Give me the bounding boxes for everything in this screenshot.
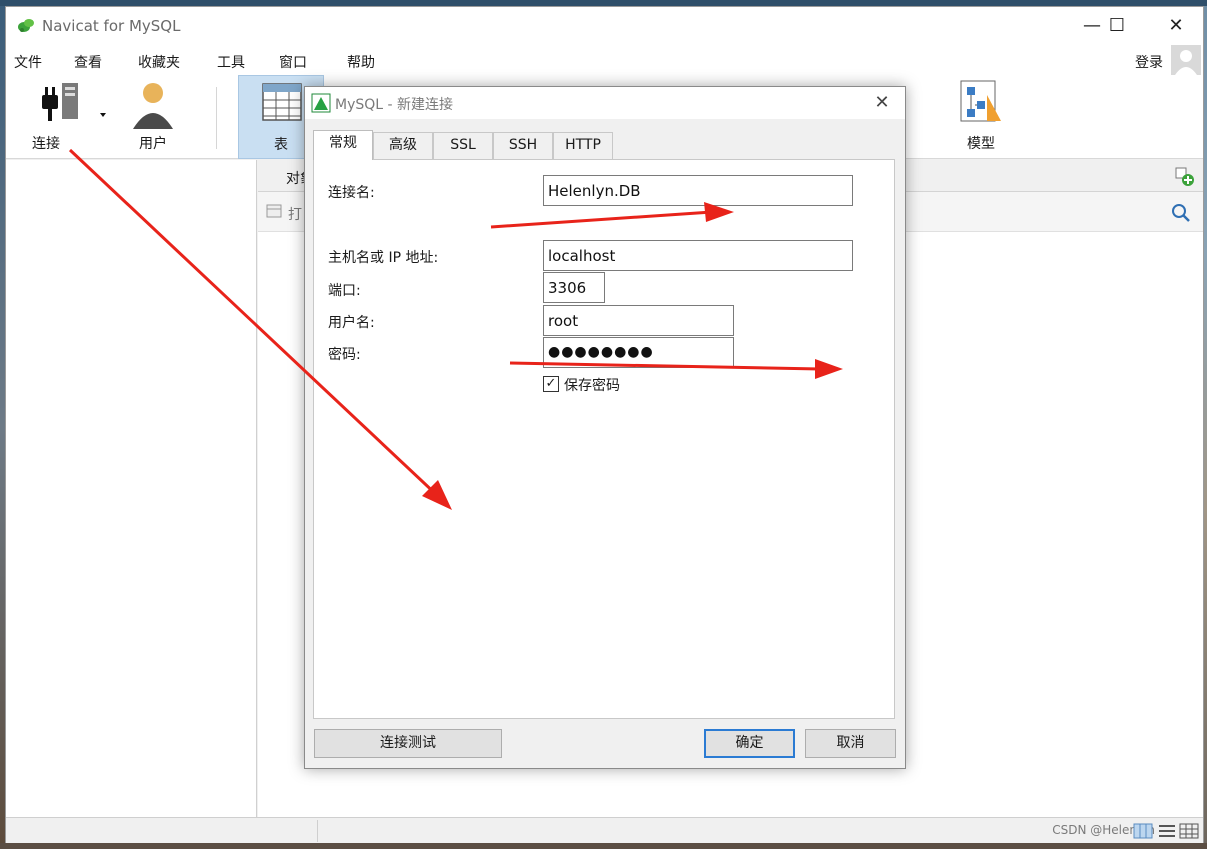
model-diagram-icon: [960, 80, 1001, 122]
status-separator: [317, 820, 318, 842]
save-password-label[interactable]: 保存密码: [564, 375, 620, 395]
avatar-icon: [1175, 50, 1197, 75]
tab-http[interactable]: HTTP: [553, 132, 613, 159]
username-label: 用户名:: [328, 315, 375, 331]
close-window-button[interactable]: ✕: [1147, 7, 1205, 45]
menu-tools[interactable]: 工具: [217, 52, 245, 72]
menu-view[interactable]: 查看: [74, 52, 102, 72]
save-password-checkbox[interactable]: ✓: [543, 376, 559, 392]
connect-button[interactable]: 连接: [16, 75, 106, 159]
title-bar: Navicat for MySQL — ☐ ✕: [6, 7, 1203, 45]
close-dialog-button[interactable]: ✕: [859, 87, 905, 119]
test-connection-button[interactable]: 连接测试: [314, 729, 502, 758]
connection-tree-pane[interactable]: [6, 160, 257, 817]
tab-ssl[interactable]: SSL: [433, 132, 493, 159]
mysql-connection-icon: [311, 93, 331, 113]
connection-name-label: 连接名:: [328, 185, 375, 201]
open-table-button[interactable]: 打: [288, 204, 302, 224]
new-connection-dialog: MySQL - 新建连接 ✕ 常规 高级 SSL SSH HTTP 连接名: 主…: [304, 86, 906, 769]
status-bar: CSDN @Helenlyn: [6, 817, 1203, 843]
tab-advanced[interactable]: 高级: [373, 132, 433, 159]
window-title: Navicat for MySQL: [42, 17, 181, 35]
port-label: 端口:: [328, 283, 361, 299]
list-view-icon[interactable]: [1157, 823, 1177, 839]
user-icon: [133, 83, 173, 129]
port-input[interactable]: [543, 272, 605, 303]
tab-ssh[interactable]: SSH: [493, 132, 553, 159]
password-label: 密码:: [328, 347, 361, 363]
password-input[interactable]: ●●●●●●●●: [543, 337, 734, 368]
general-settings-panel: 连接名: 主机名或 IP 地址: 端口: 用户名: 密码: ●●●●●●●● ✓…: [313, 159, 895, 719]
tab-general[interactable]: 常规: [313, 130, 373, 160]
menu-bar: 文件 查看 收藏夹 工具 窗口 帮助 登录: [6, 45, 1203, 75]
model-label: 模型: [967, 136, 995, 152]
dialog-title: MySQL - 新建连接: [335, 97, 454, 113]
user-avatar[interactable]: [1171, 45, 1201, 75]
new-object-icon[interactable]: [1174, 166, 1196, 188]
host-label: 主机名或 IP 地址:: [328, 250, 439, 266]
maximize-button[interactable]: ☐: [1088, 7, 1146, 45]
login-link[interactable]: 登录: [1135, 52, 1163, 72]
user-label: 用户: [139, 136, 167, 152]
menu-help[interactable]: 帮助: [347, 52, 375, 72]
ok-button[interactable]: 确定: [704, 729, 795, 758]
connection-name-input[interactable]: [543, 175, 853, 206]
search-icon[interactable]: [1170, 202, 1192, 224]
navicat-logo-icon: [18, 19, 34, 32]
connection-plug-icon: [42, 83, 106, 121]
dialog-title-bar: MySQL - 新建连接 ✕: [305, 87, 905, 119]
toolbar-separator: [216, 87, 217, 149]
cancel-button[interactable]: 取消: [805, 729, 896, 758]
detail-view-icon[interactable]: [1179, 823, 1199, 839]
grid-view-icon[interactable]: [1133, 823, 1153, 839]
menu-window[interactable]: 窗口: [279, 52, 307, 72]
host-input[interactable]: [543, 240, 853, 271]
user-button[interactable]: 用户: [118, 75, 188, 159]
open-table-icon[interactable]: [266, 203, 284, 221]
connect-label: 连接: [32, 136, 60, 152]
menu-file[interactable]: 文件: [14, 52, 42, 72]
username-input[interactable]: [543, 305, 734, 336]
model-button[interactable]: 模型: [941, 75, 1021, 159]
desktop-edge-bottom: [0, 843, 1207, 849]
menu-favorites[interactable]: 收藏夹: [138, 52, 180, 72]
